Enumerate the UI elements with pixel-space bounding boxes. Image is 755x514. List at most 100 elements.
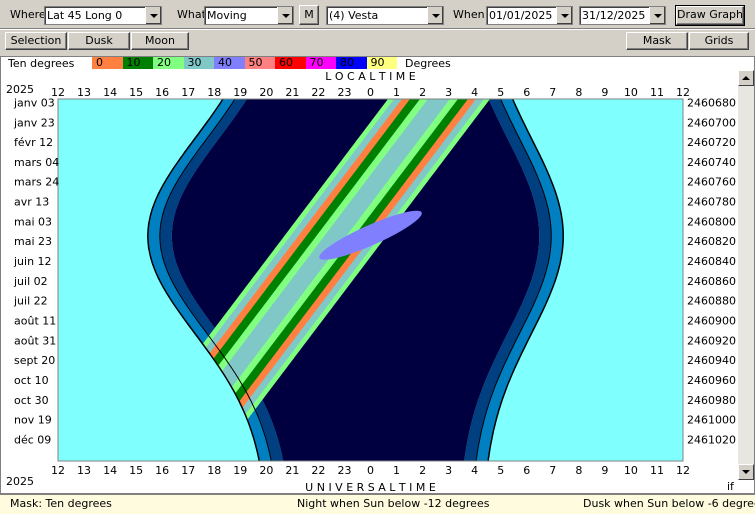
legend-tick: 30 bbox=[187, 56, 202, 69]
legend-tick: 40 bbox=[218, 56, 232, 69]
hour-label-bottom: 4 bbox=[471, 464, 478, 477]
date-label: mai 03 bbox=[14, 215, 52, 228]
date-from-select[interactable]: 01/01/2025 bbox=[486, 6, 573, 25]
mask-button[interactable]: Mask bbox=[626, 32, 688, 50]
hour-label-top: 7 bbox=[549, 86, 556, 99]
dusk-button[interactable]: Dusk bbox=[68, 32, 130, 50]
hour-label-top: 17 bbox=[181, 86, 195, 99]
legend-unit: Degrees bbox=[405, 57, 451, 70]
jd-label: 2460960 bbox=[687, 374, 736, 387]
hour-label-bottom: 11 bbox=[650, 464, 664, 477]
hour-label-bottom: 9 bbox=[601, 464, 608, 477]
universal-time-title: U N I V E R S A L T I M E bbox=[305, 481, 436, 494]
hour-label-bottom: 15 bbox=[129, 464, 143, 477]
scroll-down-button[interactable] bbox=[738, 464, 754, 480]
legend-tick: 10 bbox=[126, 56, 141, 69]
visibility-graph: 1212131314141515161617171818191920202121… bbox=[6, 70, 736, 494]
hour-label-bottom: 7 bbox=[549, 464, 556, 477]
hour-label-top: 0 bbox=[367, 86, 374, 99]
hour-label-bottom: 21 bbox=[285, 464, 299, 477]
jd-label: 2460900 bbox=[687, 314, 736, 327]
hour-label-bottom: 6 bbox=[523, 464, 530, 477]
what-label: What bbox=[177, 8, 206, 21]
legend-tick: 80 bbox=[340, 56, 354, 69]
chevron-down-icon[interactable] bbox=[277, 7, 293, 24]
chevron-down-icon[interactable] bbox=[427, 7, 443, 24]
date-label: août 11 bbox=[14, 314, 56, 327]
selection-button[interactable]: Selection bbox=[5, 32, 67, 50]
hour-label-top: 9 bbox=[601, 86, 608, 99]
moon-button[interactable]: Moon bbox=[131, 32, 189, 50]
date-label: janv 23 bbox=[13, 116, 55, 129]
jd-label: 2460940 bbox=[687, 354, 736, 367]
jd-label: 2461000 bbox=[687, 414, 736, 427]
object-select[interactable]: (4) Vesta bbox=[326, 6, 444, 25]
vertical-scrollbar[interactable] bbox=[738, 70, 754, 480]
year-label-bottom: 2025 bbox=[6, 475, 34, 488]
hour-label-top: 1 bbox=[393, 86, 400, 99]
hour-label-bottom: 22 bbox=[311, 464, 325, 477]
date-label: juil 02 bbox=[13, 275, 48, 288]
draw-graph-button[interactable]: Draw Graph bbox=[675, 5, 745, 26]
legend-tick: 90 bbox=[370, 56, 385, 69]
year-label-top: 2025 bbox=[6, 83, 34, 96]
date-label: déc 09 bbox=[14, 433, 51, 446]
date-from-value: 01/01/2025 bbox=[489, 9, 553, 22]
hour-label-bottom: 5 bbox=[497, 464, 504, 477]
legend-tick: 60 bbox=[279, 56, 293, 69]
status-dusk: Dusk when Sun below -6 degrees bbox=[583, 497, 755, 510]
grids-button[interactable]: Grids bbox=[689, 32, 749, 50]
when-label: When bbox=[453, 8, 485, 21]
date-label: mars 24 bbox=[14, 176, 59, 189]
hour-label-top: 13 bbox=[77, 86, 91, 99]
what-select[interactable]: Moving bbox=[204, 6, 294, 25]
jd-label: 2460700 bbox=[687, 116, 736, 129]
hour-label-top: 21 bbox=[285, 86, 299, 99]
hour-label-bottom: 23 bbox=[337, 464, 351, 477]
hour-label-bottom: 14 bbox=[103, 464, 117, 477]
legend-title: Ten degrees bbox=[8, 57, 75, 70]
where-label: Where bbox=[10, 8, 46, 21]
what-value: Moving bbox=[207, 9, 247, 22]
hour-label-bottom: 1 bbox=[393, 464, 400, 477]
date-label: oct 30 bbox=[14, 394, 49, 407]
jd-label: 2460860 bbox=[687, 275, 736, 288]
jd-label: 2460800 bbox=[687, 215, 736, 228]
legend-tick: 70 bbox=[309, 56, 324, 69]
where-select[interactable]: Lat 45 Long 0 bbox=[44, 6, 162, 25]
date-to-value: 31/12/2025 bbox=[582, 9, 646, 22]
jd-label: 2460760 bbox=[687, 176, 736, 189]
jd-label: 2460680 bbox=[687, 96, 736, 109]
jd-label: 2460820 bbox=[687, 235, 736, 248]
date-label: avr 13 bbox=[14, 196, 49, 209]
legend-tick: 20 bbox=[157, 56, 171, 69]
hour-label-top: 20 bbox=[259, 86, 273, 99]
status-bar: Mask: Ten degrees Night when Sun below -… bbox=[0, 494, 755, 514]
plot-layers bbox=[58, 99, 683, 461]
hour-label-bottom: 10 bbox=[624, 464, 638, 477]
hour-label-top: 16 bbox=[155, 86, 169, 99]
m-button[interactable]: M bbox=[299, 5, 319, 25]
hour-label-bottom: 17 bbox=[181, 464, 195, 477]
where-value: Lat 45 Long 0 bbox=[47, 9, 123, 22]
toolbar-divider bbox=[0, 28, 755, 30]
date-label: janv 03 bbox=[13, 96, 55, 109]
hour-label-bottom: 13 bbox=[77, 464, 91, 477]
hour-label-bottom: 18 bbox=[207, 464, 221, 477]
hour-label-bottom: 2 bbox=[419, 464, 426, 477]
date-label: nov 19 bbox=[14, 414, 52, 427]
jd-label: 2460740 bbox=[687, 156, 736, 169]
date-to-select[interactable]: 31/12/2025 bbox=[579, 6, 666, 25]
chevron-down-icon[interactable] bbox=[556, 7, 572, 24]
jd-label: 2460840 bbox=[687, 255, 736, 268]
object-value: (4) Vesta bbox=[329, 9, 379, 22]
status-night: Night when Sun below -12 degrees bbox=[297, 497, 490, 510]
chevron-down-icon[interactable] bbox=[649, 7, 665, 24]
chevron-down-icon[interactable] bbox=[145, 7, 161, 24]
hour-label-top: 19 bbox=[233, 86, 247, 99]
jd-label: 2460980 bbox=[687, 394, 736, 407]
scroll-up-button[interactable] bbox=[738, 70, 754, 86]
corner-label: if bbox=[727, 480, 734, 493]
hour-label-top: 5 bbox=[497, 86, 504, 99]
hour-label-top: 4 bbox=[471, 86, 478, 99]
